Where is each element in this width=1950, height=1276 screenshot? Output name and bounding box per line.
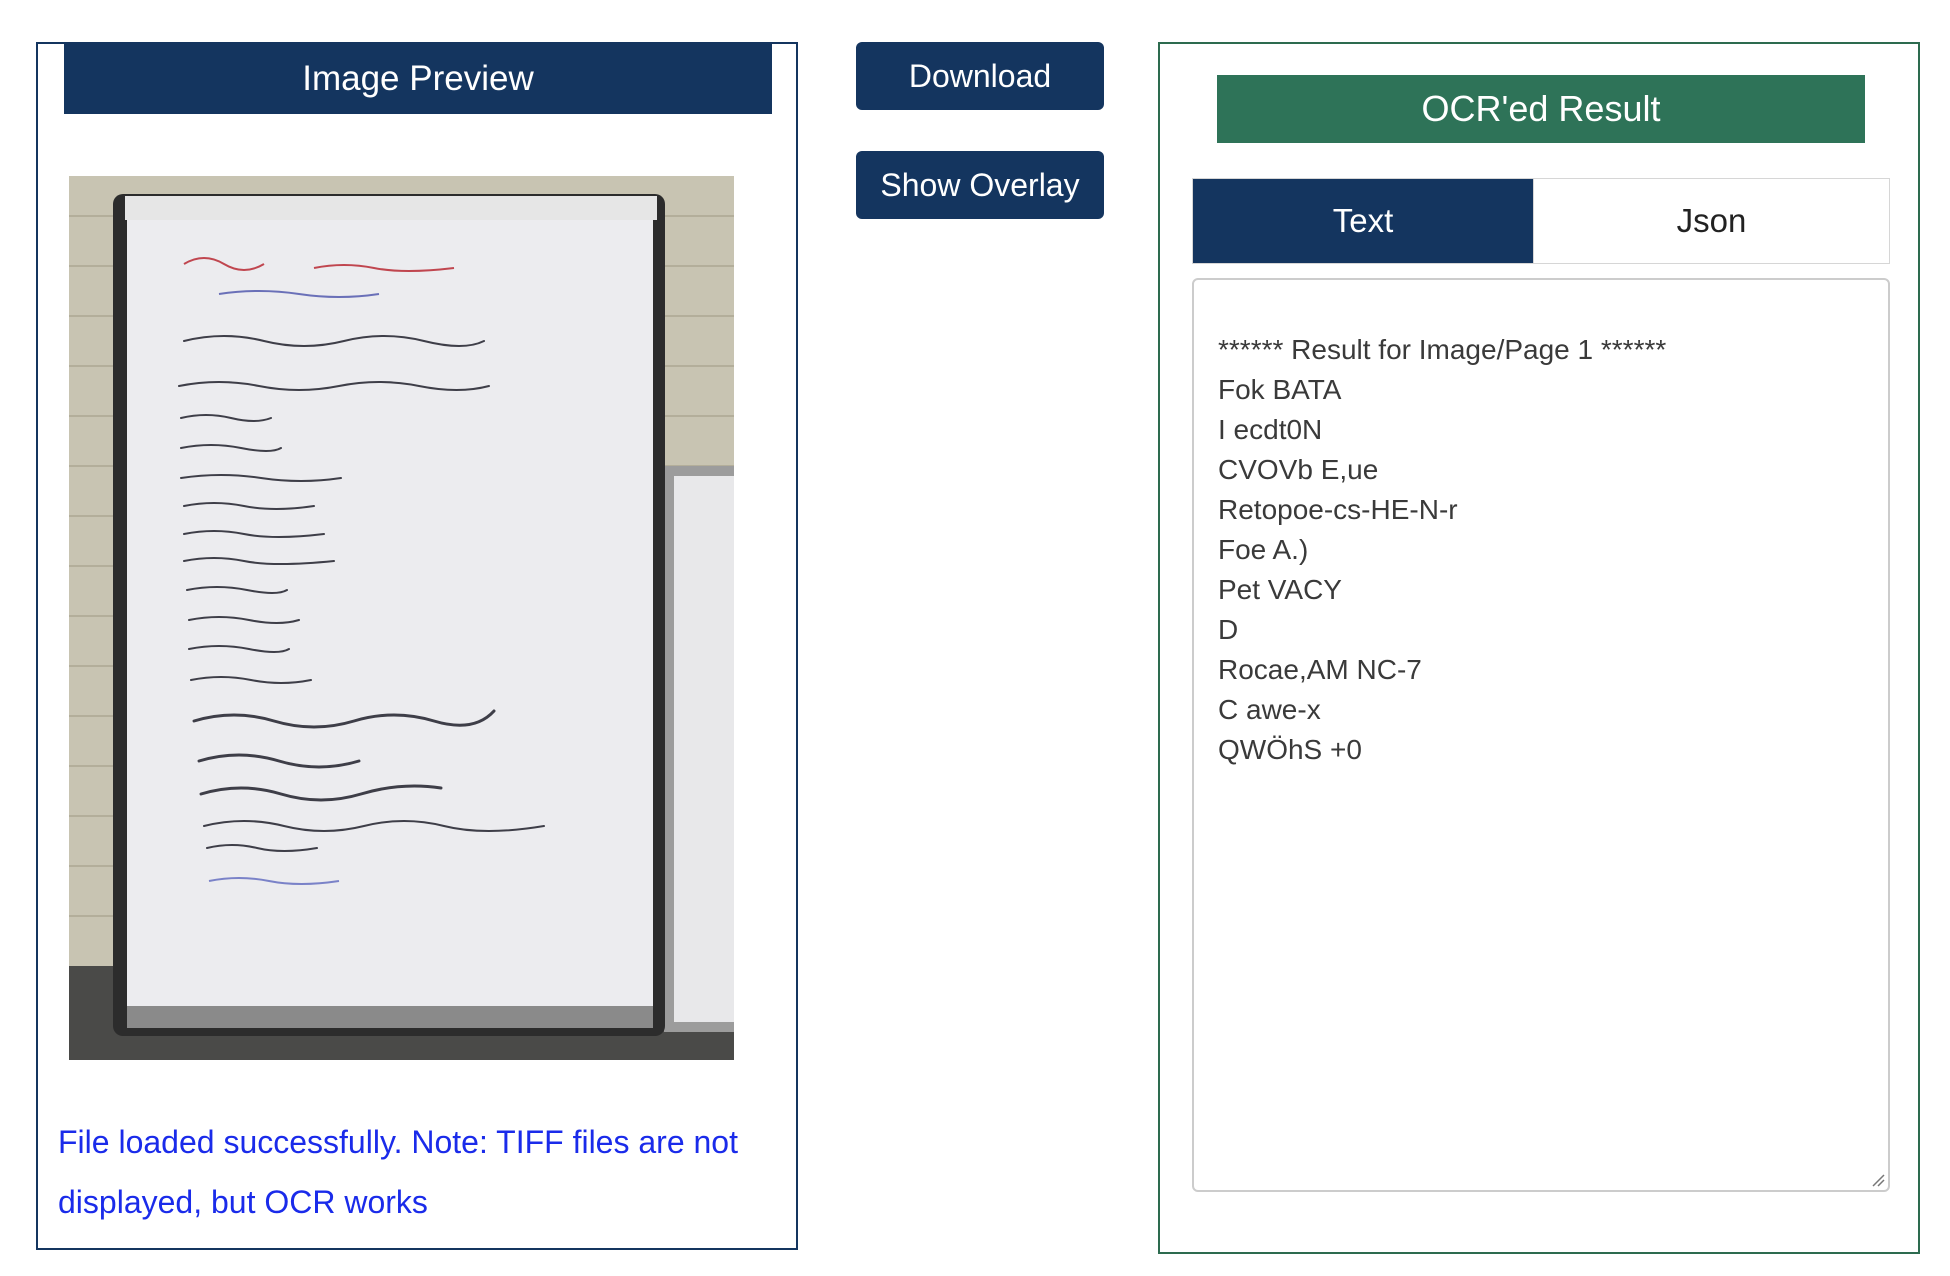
whiteboard-preview-image bbox=[69, 176, 734, 1060]
file-status-message: File loaded successfully. Note: TIFF fil… bbox=[58, 1124, 738, 1220]
result-line: Fok BATA bbox=[1218, 374, 1342, 405]
result-line: QWÖhS +0 bbox=[1218, 734, 1362, 765]
image-preview-panel: Image Preview File loaded successfully. … bbox=[36, 42, 798, 1250]
result-line: Retopoe-cs-HE-N-r bbox=[1218, 494, 1458, 525]
result-line: D bbox=[1218, 614, 1239, 645]
download-button[interactable]: Download bbox=[856, 42, 1104, 110]
result-line: Pet VACY bbox=[1218, 574, 1342, 605]
result-line: Rocae,AM NC-7 bbox=[1218, 654, 1422, 685]
tab-json[interactable]: Json bbox=[1533, 179, 1889, 263]
result-line: ****** Result for Image/Page 1 ****** bbox=[1218, 334, 1667, 365]
image-preview-title: Image Preview bbox=[64, 44, 772, 114]
result-tabs: Text Json bbox=[1192, 178, 1890, 264]
result-line: C awe-x bbox=[1218, 694, 1321, 725]
result-line: I ecdt0N bbox=[1218, 414, 1323, 445]
show-overlay-button[interactable]: Show Overlay bbox=[856, 151, 1104, 219]
result-line: CVOVb E,ue bbox=[1218, 454, 1379, 485]
ocr-result-title: OCR'ed Result bbox=[1217, 75, 1865, 143]
result-line: Foe A.) bbox=[1218, 534, 1309, 565]
tab-text[interactable]: Text bbox=[1193, 179, 1533, 263]
ocr-result-textarea[interactable]: ****** Result for Image/Page 1 ****** Fo… bbox=[1192, 278, 1890, 1192]
ocr-result-panel: OCR'ed Result Text Json ****** Result fo… bbox=[1158, 42, 1920, 1254]
resize-grip-icon[interactable] bbox=[1869, 1171, 1885, 1187]
